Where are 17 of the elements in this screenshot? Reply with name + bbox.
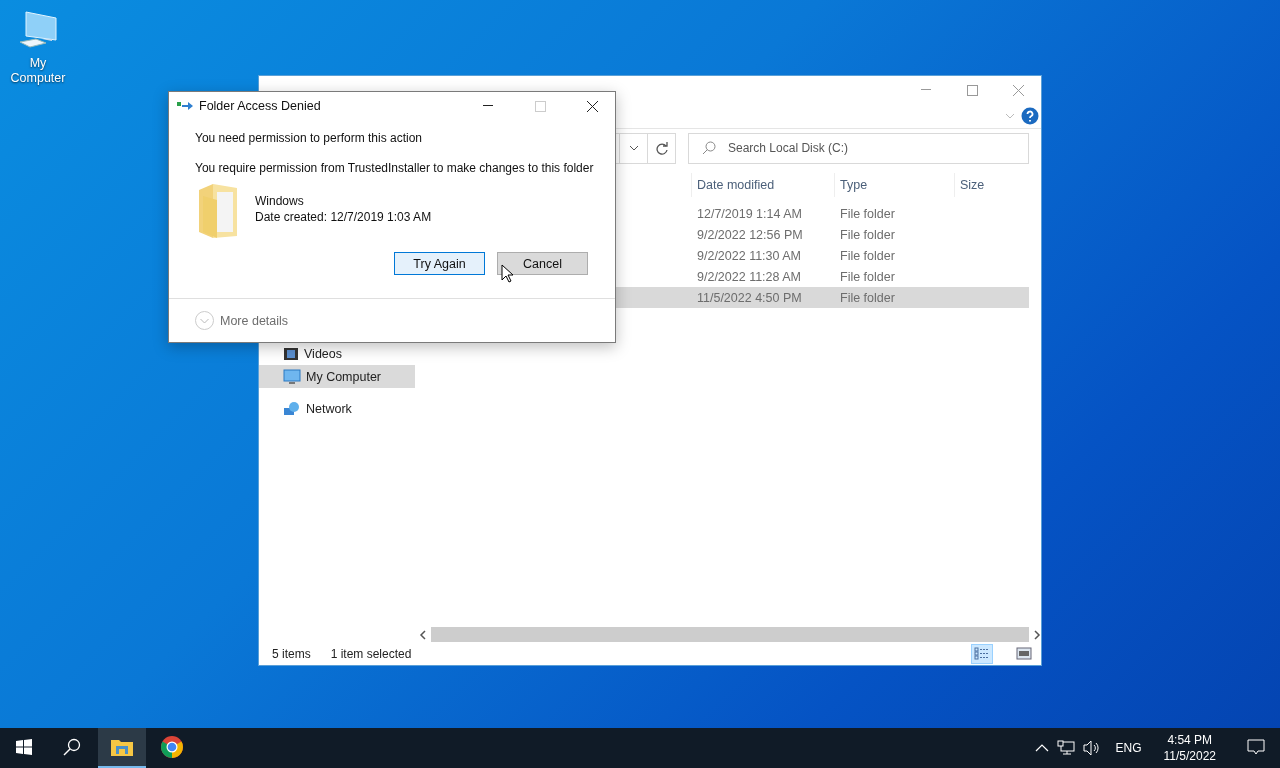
table-cell-text: File folder	[839, 290, 896, 305]
folder-name: Windows	[255, 193, 305, 209]
table-cell-text: 9/2/2022 12:56 PM	[696, 227, 804, 242]
table-cell-text: 11/5/2022 4:50 PM	[696, 290, 803, 305]
table-cell-text: File folder	[839, 248, 896, 263]
date-created: Date created: 12/7/2019 1:03 AM	[255, 209, 432, 225]
table-cell-text: File folder	[839, 206, 896, 221]
dialog-heading: You need permission to perform this action	[195, 130, 423, 146]
table-cell-text: File folder	[839, 227, 896, 242]
table-cell-text: 12/7/2019 1:14 AM	[696, 206, 803, 221]
table-cell-text: File folder	[839, 269, 896, 284]
window-title: Folder Access Denied	[199, 99, 322, 113]
selection-status: 1 item selected	[330, 646, 412, 661]
table-cell-text: 9/2/2022 11:30 AM	[696, 248, 803, 263]
table-cell-text: 9/2/2022 11:28 AM	[696, 269, 803, 284]
item-count: 5 items	[272, 646, 311, 661]
dialog-message: You require permission from TrustedInstaller to make changes to this folder	[195, 160, 595, 176]
